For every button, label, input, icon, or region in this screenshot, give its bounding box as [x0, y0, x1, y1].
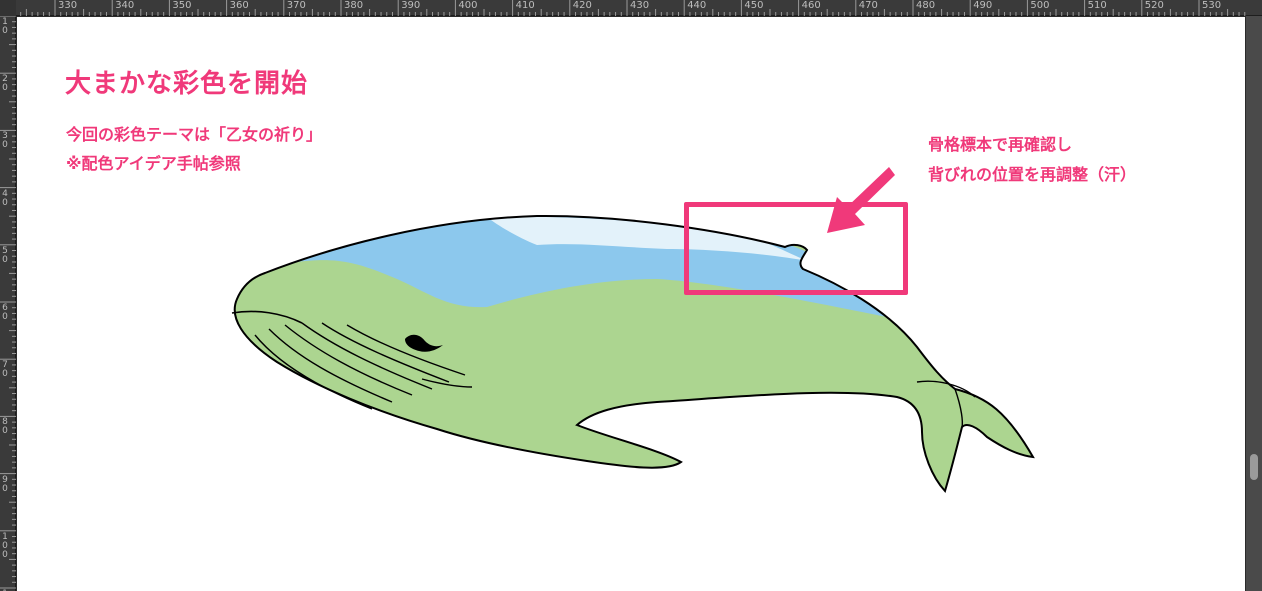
ruler-label: 480: [916, 0, 936, 11]
ruler-label: 8 0: [2, 417, 8, 437]
ruler-corner: [0, 0, 16, 16]
ruler-label: 400: [458, 0, 478, 11]
ruler-label: 360: [229, 0, 249, 11]
annotation-title: 大まかな彩色を開始: [65, 69, 309, 99]
note-fin-adjust: 背びれの位置を再調整（汗）: [928, 165, 1137, 184]
ruler-label: 9 0: [2, 474, 8, 494]
ruler-label: 3 0: [2, 131, 8, 151]
ruler-label: 1 0 0: [2, 531, 8, 560]
vertical-scrollbar[interactable]: [1246, 16, 1262, 591]
ruler-label: 460: [801, 0, 821, 11]
ruler-label: 510: [1087, 0, 1107, 11]
ruler-label: 1 0: [2, 17, 8, 36]
ruler-label: 390: [401, 0, 421, 11]
ruler-horizontal[interactable]: 330 340 350 360 370 380 390 400 410 420 430 440 450 4…: [0, 0, 1262, 16]
note-skeleton-check: 骨格標本で再確認し: [928, 135, 1073, 154]
ruler-label: 340: [115, 0, 135, 11]
ruler-label: 330: [58, 0, 78, 11]
ruler-label: 5 0: [2, 245, 8, 265]
ruler-label: 370: [286, 0, 306, 11]
ruler-label: 470: [858, 0, 878, 11]
ruler-label: 410: [515, 0, 535, 11]
ruler-label: 350: [172, 0, 192, 11]
ruler-label: 7 0: [2, 360, 8, 380]
ruler-label: 4 0: [2, 188, 8, 208]
ruler-label: 2 0: [2, 74, 8, 94]
annotation-reference-text: ※配色アイデア手帖参照: [66, 154, 241, 173]
ruler-label: 420: [572, 0, 592, 11]
ruler-label: 6 0: [2, 303, 8, 322]
ruler-label: 430: [630, 0, 650, 11]
ruler-label: 500: [1030, 0, 1050, 11]
ruler-label: 450: [744, 0, 764, 11]
arrow-pointing-down-left-icon: [827, 167, 895, 233]
drawing-canvas[interactable]: 大まかな彩色を開始 今回の彩色テーマは「乙女の祈り」 ※配色アイデア手帖参照 骨…: [17, 17, 1245, 591]
ruler-vertical[interactable]: 1 02 03 04 05 06 07 08 09 01 0 01 1: [0, 16, 16, 591]
ruler-label: 490: [973, 0, 993, 11]
ruler-label: 440: [687, 0, 707, 11]
ruler-label: 380: [344, 0, 364, 11]
ruler-label: 530: [1202, 0, 1222, 11]
ruler-label: 520: [1144, 0, 1164, 11]
annotation-theme-text: 今回の彩色テーマは「乙女の祈り」: [66, 125, 323, 144]
scrollbar-thumb[interactable]: [1250, 454, 1258, 480]
